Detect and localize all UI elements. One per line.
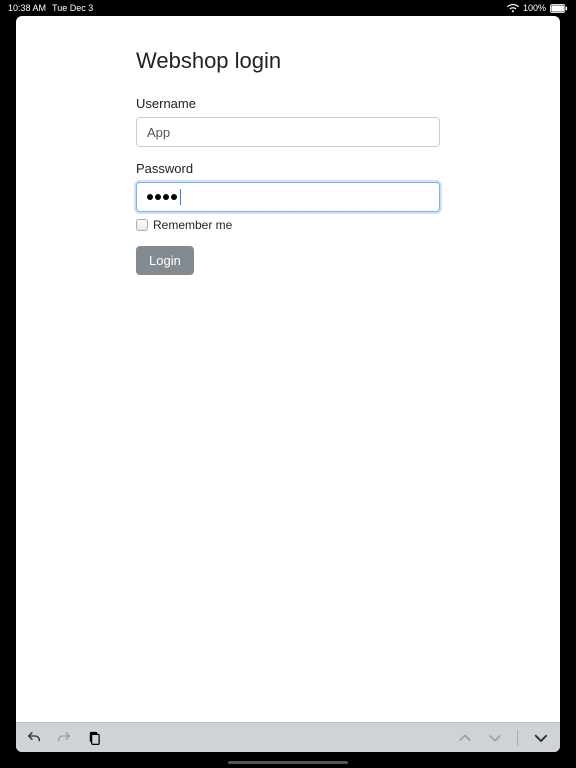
username-label: Username bbox=[136, 96, 440, 111]
username-input[interactable] bbox=[136, 117, 440, 147]
undo-icon[interactable] bbox=[26, 730, 42, 746]
password-label: Password bbox=[136, 161, 440, 176]
text-cursor bbox=[180, 189, 181, 205]
chevron-down-icon[interactable] bbox=[487, 730, 503, 746]
device-frame: 10:38 AM Tue Dec 3 100% Webshop login Us… bbox=[0, 0, 576, 768]
login-button[interactable]: Login bbox=[136, 246, 194, 275]
password-dots bbox=[147, 183, 181, 211]
redo-icon[interactable] bbox=[56, 730, 72, 746]
status-bar: 10:38 AM Tue Dec 3 100% bbox=[0, 0, 576, 16]
battery-icon bbox=[550, 4, 568, 13]
clipboard-icon[interactable] bbox=[86, 729, 101, 746]
page-title: Webshop login bbox=[136, 48, 440, 74]
wifi-icon bbox=[507, 4, 519, 13]
dismiss-keyboard-icon[interactable] bbox=[532, 729, 550, 747]
remember-label: Remember me bbox=[153, 218, 232, 232]
remember-checkbox[interactable] bbox=[136, 219, 148, 231]
chevron-up-icon[interactable] bbox=[457, 730, 473, 746]
status-date: Tue Dec 3 bbox=[52, 3, 93, 13]
login-form: Webshop login Username Password Remember… bbox=[16, 16, 560, 722]
status-time: 10:38 AM bbox=[8, 3, 46, 13]
app-area: Webshop login Username Password Remember… bbox=[16, 16, 560, 752]
password-input[interactable] bbox=[136, 182, 440, 212]
battery-pct: 100% bbox=[523, 3, 546, 13]
toolbar-divider bbox=[517, 730, 518, 746]
keyboard-toolbar bbox=[16, 722, 560, 752]
home-indicator bbox=[228, 761, 348, 764]
